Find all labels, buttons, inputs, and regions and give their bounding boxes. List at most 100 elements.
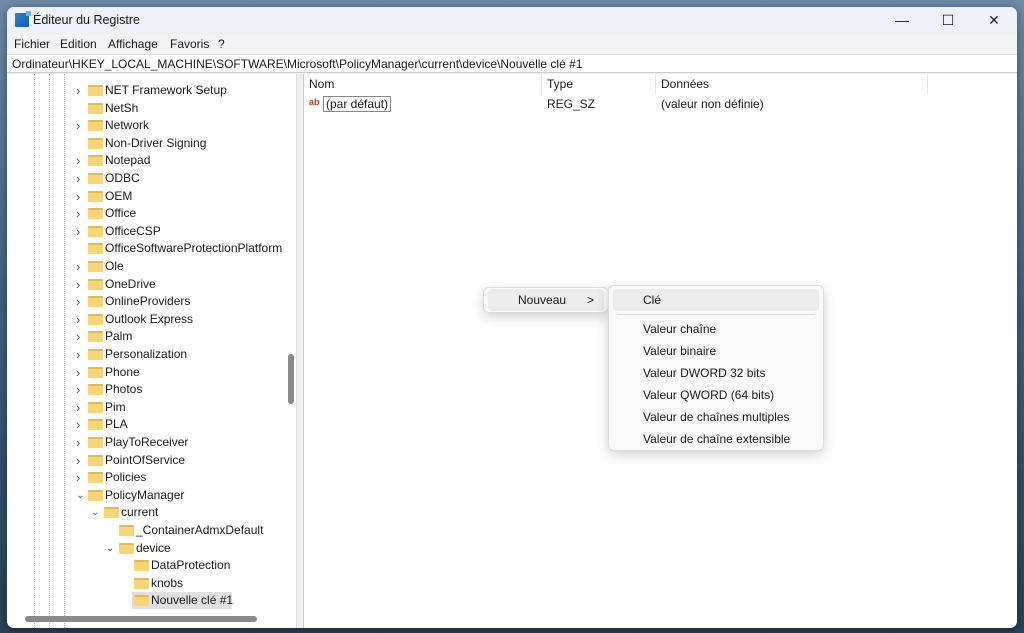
tree-item[interactable]: Nouvelle clé #1 bbox=[132, 592, 234, 610]
chevron-right-icon[interactable]: › bbox=[76, 346, 80, 363]
tree-item-label: NET Framework Setup bbox=[105, 83, 227, 97]
chevron-down-icon[interactable]: ⌄ bbox=[76, 487, 84, 504]
folder-icon bbox=[88, 278, 103, 290]
chevron-right-icon[interactable]: › bbox=[76, 258, 80, 275]
tree-item-label: Personalization bbox=[105, 347, 188, 361]
chevron-right-icon[interactable]: › bbox=[76, 82, 80, 99]
folder-icon bbox=[88, 137, 103, 149]
tree-item-label: Network bbox=[105, 118, 150, 133]
value-name-edit[interactable]: (par défaut) bbox=[323, 96, 392, 112]
folder-icon bbox=[88, 173, 103, 184]
tree-item-label: OfficeSoftwareProtectionPlatform bbox=[105, 241, 283, 256]
submenu-item-dword[interactable]: Valeur DWORD 32 bits bbox=[613, 362, 819, 384]
window-title: Éditeur du Registre bbox=[33, 13, 141, 27]
submenu-item-qword[interactable]: Valeur QWORD (64 bits) bbox=[613, 384, 819, 406]
chevron-right-icon[interactable]: › bbox=[76, 293, 80, 310]
folder-icon bbox=[88, 225, 103, 237]
folder-icon bbox=[88, 155, 103, 167]
tree-item-label: Phone bbox=[105, 364, 140, 379]
tree-item-label: Outlook Express bbox=[105, 311, 194, 326]
context-menu: Nouveau > bbox=[483, 287, 609, 313]
menu-edition[interactable]: Edition bbox=[60, 37, 97, 51]
menu-separator bbox=[617, 314, 815, 315]
key-tree: › NET Framework Setup NetSh › Network Non-Dri… bbox=[7, 74, 296, 628]
tree-item-label: PlayToReceiver bbox=[105, 435, 189, 449]
menu-affichage[interactable]: Affichage bbox=[108, 37, 158, 51]
chevron-right-icon[interactable]: › bbox=[76, 311, 80, 328]
minimize-button[interactable]: — bbox=[879, 7, 925, 34]
folder-icon bbox=[88, 366, 103, 378]
chevron-right-icon[interactable]: › bbox=[76, 381, 80, 398]
folder-icon bbox=[88, 313, 103, 325]
chevron-right-icon[interactable]: › bbox=[76, 416, 80, 433]
folder-icon bbox=[88, 208, 103, 220]
folder-icon bbox=[88, 190, 103, 202]
chevron-down-icon[interactable]: ⌄ bbox=[91, 504, 99, 521]
menu-help[interactable]: ? bbox=[218, 37, 225, 51]
chevron-right-icon[interactable]: › bbox=[76, 452, 80, 469]
maximize-button[interactable]: ☐ bbox=[925, 7, 971, 34]
submenu-nouveau: Clé Valeur chaîne Valeur binaire Valeur … bbox=[608, 285, 824, 451]
chevron-right-icon[interactable]: › bbox=[76, 399, 80, 416]
chevron-right-icon[interactable]: › bbox=[76, 117, 80, 134]
folder-icon bbox=[88, 349, 103, 360]
tree-item-label: device bbox=[136, 540, 171, 555]
tree-horizontal-scrollbar[interactable] bbox=[25, 616, 257, 622]
submenu-item-expandable-string[interactable]: Valeur de chaîne extensible bbox=[613, 428, 819, 450]
tree-item-label: ODBC bbox=[105, 171, 140, 185]
folder-icon bbox=[88, 401, 103, 413]
column-header-nom[interactable]: Nom bbox=[304, 74, 542, 94]
address-bar[interactable]: Ordinateur\HKEY_LOCAL_MACHINE\SOFTWARE\M… bbox=[7, 54, 1017, 73]
chevron-down-icon[interactable]: ⌄ bbox=[106, 540, 114, 557]
folder-icon bbox=[88, 243, 103, 255]
menu-item-label: Nouveau bbox=[518, 293, 567, 307]
chevron-right-icon[interactable]: › bbox=[76, 152, 80, 169]
menu-favoris[interactable]: Favoris bbox=[170, 37, 209, 51]
column-header-donnees[interactable]: Données bbox=[656, 74, 928, 94]
folder-icon bbox=[88, 489, 103, 501]
folder-icon bbox=[134, 577, 149, 589]
tree-item-label: OnlineProviders bbox=[105, 294, 191, 309]
folder-icon bbox=[88, 85, 103, 96]
tree-vertical-scrollbar[interactable] bbox=[288, 354, 294, 404]
column-header-type[interactable]: Type bbox=[542, 74, 656, 94]
pane-splitter[interactable] bbox=[296, 74, 304, 628]
tree-item-label: PolicyManager bbox=[105, 487, 185, 502]
folder-icon bbox=[88, 454, 103, 466]
close-button[interactable]: ✕ bbox=[971, 7, 1017, 34]
menu-fichier[interactable]: Fichier bbox=[14, 37, 50, 51]
chevron-right-icon[interactable]: › bbox=[76, 364, 80, 381]
chevron-right-icon[interactable]: › bbox=[76, 223, 80, 240]
tree-item-label: Nouvelle clé #1 bbox=[151, 593, 234, 608]
chevron-right-icon[interactable]: › bbox=[76, 205, 80, 222]
chevron-right-icon: > bbox=[586, 293, 594, 307]
folder-icon bbox=[134, 560, 149, 572]
menu-bar: Fichier Edition Affichage Favoris ? bbox=[7, 34, 1017, 54]
folder-icon bbox=[88, 419, 103, 431]
chevron-right-icon[interactable]: › bbox=[76, 328, 80, 345]
submenu-item-multi-string[interactable]: Valeur de chaînes multiples bbox=[613, 406, 819, 428]
tree-item-label: knobs bbox=[151, 575, 184, 590]
menu-item-nouveau[interactable]: Nouveau > bbox=[488, 289, 604, 311]
folder-icon bbox=[88, 437, 103, 448]
chevron-right-icon[interactable]: › bbox=[76, 469, 80, 486]
folder-icon bbox=[88, 296, 103, 308]
chevron-right-icon[interactable]: › bbox=[76, 188, 80, 205]
chevron-right-icon[interactable]: › bbox=[76, 276, 80, 293]
value-data: (valeur non définie) bbox=[661, 97, 764, 111]
tree-item-label: NetSh bbox=[105, 100, 139, 115]
folder-icon bbox=[119, 542, 134, 554]
folder-icon bbox=[88, 331, 103, 343]
submenu-item-valeur-binaire[interactable]: Valeur binaire bbox=[613, 340, 819, 362]
tree-item-label: PointOfService bbox=[105, 452, 186, 467]
chevron-right-icon[interactable]: › bbox=[76, 170, 80, 187]
chevron-right-icon[interactable]: › bbox=[76, 434, 80, 451]
submenu-item-cle[interactable]: Clé bbox=[613, 289, 819, 311]
tree-item-label: Non-Driver Signing bbox=[105, 135, 207, 150]
tree-item-label: Policies bbox=[105, 470, 147, 485]
folder-icon bbox=[88, 472, 103, 484]
string-value-icon: ab bbox=[309, 97, 320, 107]
folder-icon bbox=[134, 595, 149, 607]
registry-editor-window: Éditeur du Registre — ☐ ✕ Fichier Editio… bbox=[7, 7, 1017, 628]
submenu-item-valeur-chaine[interactable]: Valeur chaîne bbox=[613, 318, 819, 340]
